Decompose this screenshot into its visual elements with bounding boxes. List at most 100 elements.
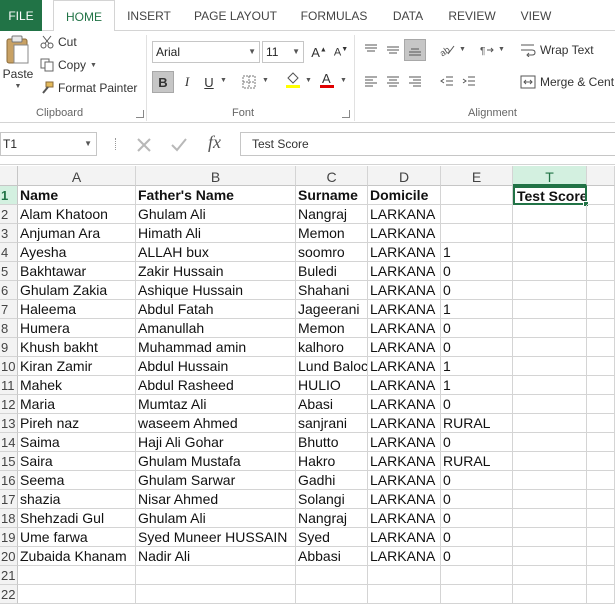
column-header[interactable]: B: [136, 166, 296, 186]
grid-cell[interactable]: [587, 338, 615, 357]
grid-cell[interactable]: [587, 528, 615, 547]
grid-cell[interactable]: 0: [441, 471, 513, 490]
grid-cell[interactable]: RURAL: [441, 452, 513, 471]
row-header[interactable]: 10: [0, 357, 18, 376]
row-header[interactable]: 14: [0, 433, 18, 452]
text-direction-button[interactable]: ¶: [476, 39, 498, 61]
format-painter-button[interactable]: Format Painter: [40, 81, 137, 95]
grid-cell[interactable]: [513, 528, 587, 547]
grid-cell[interactable]: 1: [441, 300, 513, 319]
grid-cell[interactable]: [296, 585, 368, 604]
row-header[interactable]: 8: [0, 319, 18, 338]
grid-cell[interactable]: [587, 585, 615, 604]
grid-cell[interactable]: [587, 395, 615, 414]
merge-center-button[interactable]: Merge & Cent: [520, 75, 614, 89]
grid-cell[interactable]: 1: [441, 243, 513, 262]
increase-indent-button[interactable]: [458, 71, 480, 93]
grid-cell[interactable]: Abbasi: [296, 547, 368, 566]
grid-cell[interactable]: LARKANA: [368, 205, 441, 224]
insert-function-button[interactable]: fx: [208, 132, 221, 153]
grid-cell[interactable]: RURAL: [441, 414, 513, 433]
grid-cell[interactable]: [513, 338, 587, 357]
decrease-indent-button[interactable]: [436, 71, 458, 93]
grid-cell[interactable]: [587, 452, 615, 471]
align-bottom-button[interactable]: [404, 39, 426, 61]
grid-cell[interactable]: Ghulam Sarwar: [136, 471, 296, 490]
grid-cell[interactable]: 0: [441, 281, 513, 300]
grid-cell[interactable]: Syed: [296, 528, 368, 547]
grid-cell[interactable]: Ghulam Zakia: [18, 281, 136, 300]
grid-cell[interactable]: Syed Muneer HUSSAIN: [136, 528, 296, 547]
grid-cell[interactable]: [587, 224, 615, 243]
fill-color-dropdown-icon[interactable]: ▼: [305, 77, 312, 84]
orientation-dropdown-icon[interactable]: ▼: [459, 46, 466, 53]
grid-cell[interactable]: LARKANA: [368, 433, 441, 452]
row-header[interactable]: 13: [0, 414, 18, 433]
align-right-button[interactable]: [404, 71, 426, 93]
row-header[interactable]: 18: [0, 509, 18, 528]
row-header[interactable]: 20: [0, 547, 18, 566]
grid-cell[interactable]: [587, 471, 615, 490]
grid-cell[interactable]: [513, 357, 587, 376]
grid-cell[interactable]: Zakir Hussain: [136, 262, 296, 281]
grid-cell[interactable]: 0: [441, 319, 513, 338]
grid-cell[interactable]: Buledi: [296, 262, 368, 281]
row-header[interactable]: 2: [0, 205, 18, 224]
row-header[interactable]: 19: [0, 528, 18, 547]
column-header[interactable]: T: [513, 166, 587, 186]
orientation-button[interactable]: ab: [436, 39, 458, 61]
grid-cell[interactable]: [513, 452, 587, 471]
row-header[interactable]: 5: [0, 262, 18, 281]
grid-cell[interactable]: Seema: [18, 471, 136, 490]
row-header[interactable]: 15: [0, 452, 18, 471]
grid-cell[interactable]: LARKANA: [368, 528, 441, 547]
grid-cell[interactable]: Kiran Zamir: [18, 357, 136, 376]
grid-cell[interactable]: 0: [441, 433, 513, 452]
grid-cell[interactable]: LARKANA: [368, 547, 441, 566]
active-cell[interactable]: Test Score: [513, 186, 587, 205]
grid-cell[interactable]: Ghulam Ali: [136, 509, 296, 528]
select-all-button[interactable]: [0, 166, 18, 186]
row-header[interactable]: 22: [0, 585, 18, 604]
grid-cell[interactable]: [587, 300, 615, 319]
grid-cell[interactable]: 0: [441, 490, 513, 509]
grid-cell[interactable]: [513, 547, 587, 566]
grid-cell[interactable]: [513, 471, 587, 490]
row-header[interactable]: 7: [0, 300, 18, 319]
grid-cell[interactable]: [368, 566, 441, 585]
grid-cell[interactable]: Abdul Fatah: [136, 300, 296, 319]
tab-review[interactable]: REVIEW: [441, 0, 503, 31]
borders-button[interactable]: [238, 71, 260, 93]
grid-cell[interactable]: [513, 243, 587, 262]
grid-cell[interactable]: [18, 566, 136, 585]
grid-cell[interactable]: [587, 509, 615, 528]
row-header[interactable]: 21: [0, 566, 18, 585]
grid-cell[interactable]: 0: [441, 547, 513, 566]
font-name-select[interactable]: Arial ▼: [152, 41, 260, 63]
row-header[interactable]: 12: [0, 395, 18, 414]
copy-button[interactable]: Copy ▼: [40, 58, 97, 72]
align-top-button[interactable]: [360, 39, 382, 61]
grid-cell[interactable]: Shehzadi Gul: [18, 509, 136, 528]
grid-cell[interactable]: LARKANA: [368, 376, 441, 395]
row-header[interactable]: 17: [0, 490, 18, 509]
grid-cell[interactable]: kalhoro: [296, 338, 368, 357]
cut-button[interactable]: Cut: [40, 35, 77, 49]
grid-cell[interactable]: [587, 243, 615, 262]
row-header[interactable]: 4: [0, 243, 18, 262]
formula-input[interactable]: Test Score: [240, 132, 615, 156]
tab-formulas[interactable]: FORMULAS: [293, 0, 375, 31]
fill-color-button[interactable]: [282, 69, 304, 91]
tab-view[interactable]: VIEW: [513, 0, 559, 31]
grid-cell[interactable]: [513, 509, 587, 528]
grid-cell[interactable]: [368, 585, 441, 604]
grid-cell[interactable]: [441, 186, 513, 205]
wrap-text-button[interactable]: Wrap Text: [520, 43, 594, 57]
grid-cell[interactable]: [513, 566, 587, 585]
grid-cell[interactable]: Maria: [18, 395, 136, 414]
grid-cell[interactable]: [513, 414, 587, 433]
grid-cell[interactable]: Abdul Rasheed: [136, 376, 296, 395]
grid-cell[interactable]: [513, 300, 587, 319]
grid-cell[interactable]: [587, 262, 615, 281]
grid-cell[interactable]: Nisar Ahmed: [136, 490, 296, 509]
